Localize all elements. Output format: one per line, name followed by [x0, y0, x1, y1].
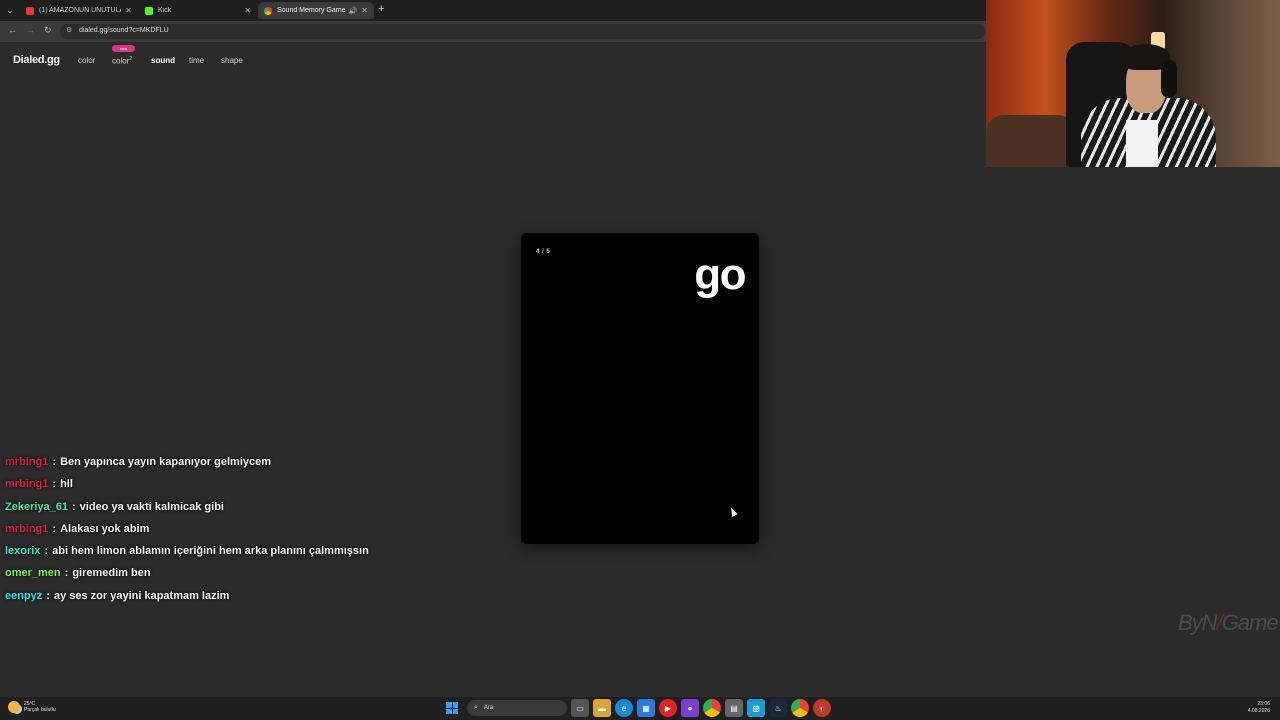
store-icon[interactable]: ▦ [637, 699, 655, 717]
webcam-overlay [986, 0, 1280, 167]
youtube-favicon-icon [26, 6, 34, 15]
chat-username: mrbing1 [5, 456, 49, 468]
chat-text: ay ses zor yayini kapatmam lazim [53, 589, 230, 602]
weather-widget[interactable]: 25°C Parçalı bulutlu [8, 701, 56, 713]
chat-username: lexorix [5, 545, 41, 558]
search-icon: ⌕ [474, 704, 478, 711]
new-tab-button[interactable]: + [378, 3, 384, 15]
go-prompt: go [694, 250, 746, 299]
chrome-icon[interactable] [703, 699, 721, 717]
forward-arrow-icon[interactable]: → [26, 25, 35, 35]
tab-kick[interactable]: Kick ✕ [139, 2, 257, 19]
chat-text: abi hem limon ablamın içeriğini hem arka… [52, 545, 369, 558]
chat-text: giremedim ben [72, 567, 151, 580]
cam-sofa [986, 115, 1076, 167]
close-tab-icon[interactable]: ✕ [361, 6, 368, 15]
taskbar-search[interactable]: ⌕ Ara [467, 700, 567, 716]
back-arrow-icon[interactable]: ← [8, 25, 17, 35]
chat-username: mrbing1 [5, 478, 49, 491]
clock-date: 4.08.2026 [1247, 708, 1270, 714]
site-logo[interactable]: Dialed.gg [13, 54, 60, 66]
nav-time[interactable]: time [189, 56, 204, 65]
weather-desc: Parçalı bulutlu [24, 707, 56, 713]
channel-watermark: ByN/Game [1178, 610, 1279, 635]
tab-search-icon[interactable]: ⌄ [4, 4, 16, 16]
chat-message: Zekeriya_61: video ya vakti kalmicak gibi [5, 500, 224, 513]
obs-icon[interactable]: ● [681, 699, 699, 717]
nav-color[interactable]: color [78, 56, 95, 65]
system-clock[interactable]: 23:06 4.08.2026 [1248, 701, 1270, 715]
chat-overlay: mrbing1: Ben yapınca yayın kapanıyor gelm… [5, 456, 525, 612]
chat-message: eenpyz: ay ses zor yayini kapatmam lazim [5, 589, 230, 602]
steam-icon[interactable]: ♨ [769, 699, 787, 717]
round-progress: 4 / 5 [536, 249, 551, 255]
windows-start-icon[interactable] [443, 699, 461, 717]
chat-text: Ben yapınca yayın kapanıyor gelmiycem [60, 456, 272, 468]
chat-text: hll [60, 478, 73, 491]
chat-username: omer_men [5, 567, 61, 580]
site-header: Dialed.gg color new color2 sound time sh… [0, 42, 985, 78]
photos-icon[interactable]: ▧ [747, 699, 765, 717]
nav-color2[interactable]: color2 [112, 56, 132, 66]
chat-message: mrbing1: Alakası yok abim [5, 522, 150, 535]
mouse-cursor-icon [728, 506, 738, 517]
file-explorer-icon[interactable]: ▬ [593, 699, 611, 717]
url-text: dialed.gg/sound?c=MKDFLU [79, 27, 169, 34]
close-tab-icon[interactable]: ✕ [244, 6, 251, 15]
edge-icon[interactable]: e [615, 699, 633, 717]
close-tab-icon[interactable]: ✕ [125, 6, 132, 15]
chat-message: mrbing1: hll [5, 478, 73, 491]
tab-youtube[interactable]: (1) AMAZONUN UNUTULAN K ✕ [20, 2, 138, 19]
app-red-icon[interactable]: ◐ [813, 699, 831, 717]
clock-time: 23:06 [1257, 701, 1270, 707]
chat-text: Alakası yok abim [60, 522, 150, 535]
chat-text: video ya vakti kalmicak gibi [79, 500, 224, 513]
game-card[interactable]: 4 / 5 go [521, 233, 759, 544]
task-view-icon[interactable]: ▭ [571, 699, 589, 717]
chat-username: mrbing1 [5, 522, 49, 535]
chat-message: omer_men: giremedim ben [5, 567, 151, 580]
address-bar[interactable]: ⚙ dialed.gg/sound?c=MKDFLU [60, 24, 985, 39]
cam-streamer-shirt [1126, 120, 1158, 167]
tab-sound-memory-game[interactable]: Sound Memory Game, How 🔊 ✕ [258, 2, 374, 19]
chat-username: eenpyz [5, 589, 43, 602]
partly-cloudy-icon [8, 701, 20, 713]
nav-shape[interactable]: shape [221, 56, 243, 65]
site-info-icon[interactable]: ⚙ [66, 26, 72, 34]
headphones-icon [1161, 60, 1177, 98]
taskbar-apps: ⌕ Ara ▭ ▬ e ▦ ▶ ● ▤ ▧ ♨ ◐ [443, 699, 831, 717]
chat-username: Zekeriya_61 [5, 500, 68, 513]
calculator-icon[interactable]: ▤ [725, 699, 743, 717]
kick-favicon-icon [145, 6, 153, 15]
reload-icon[interactable]: ↻ [44, 25, 52, 36]
audio-playing-icon[interactable]: 🔊 [349, 7, 358, 15]
chat-message: mrbing1: Ben yapınca yayın kapanıyor gelm… [5, 456, 272, 468]
nav-sound[interactable]: sound [151, 56, 175, 65]
chat-message: lexorix: abi hem limon ablamın içeriğini … [5, 545, 369, 558]
chrome-favicon-icon [264, 6, 272, 15]
new-badge: new [112, 45, 135, 52]
youtube-music-icon[interactable]: ▶ [659, 699, 677, 717]
windows-taskbar: 25°C Parçalı bulutlu ⌕ Ara ▭ ▬ e ▦ ▶ ● ▤… [0, 696, 1280, 720]
chrome-profile-icon[interactable] [791, 699, 809, 717]
